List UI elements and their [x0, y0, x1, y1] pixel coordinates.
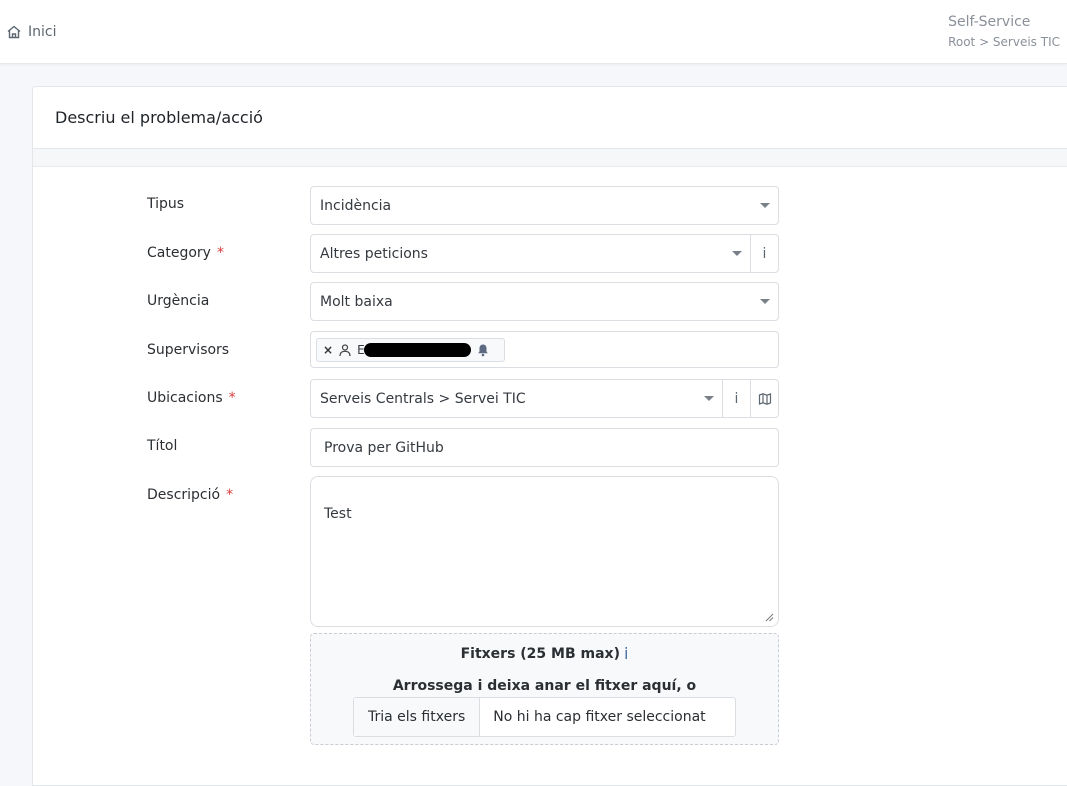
file-picker[interactable]: Tria els fitxers No hi ha cap fitxer sel… [353, 697, 736, 737]
dropzone-hint: Arrossega i deixa anar el fitxer aquí, o [392, 678, 697, 694]
file-dropzone[interactable]: Fitxers (25 MB max) i Arrossega i deixa … [310, 633, 779, 745]
required-marker: * [228, 390, 236, 406]
ticket-form-card: Descriu el problema/acció Tipus Incidènc… [32, 86, 1067, 786]
card-header: Descriu el problema/acció [33, 87, 1067, 149]
urgencia-select[interactable]: Molt baixa [310, 282, 779, 321]
resize-handle-icon[interactable] [765, 613, 774, 622]
home-label: Inici [28, 24, 57, 40]
attachments-title: Fitxers (25 MB max) i [460, 644, 629, 663]
category-label: Category * [147, 245, 224, 261]
supervisors-label: Supervisors [147, 342, 230, 358]
descripcio-label: Descripció * [147, 487, 234, 503]
category-select[interactable]: Altres peticions i [310, 234, 779, 273]
chevron-down-icon [760, 299, 770, 304]
ubicacions-select[interactable]: Serveis Centrals > Servei TIC i [310, 379, 779, 418]
top-bar: Inici Self-Service Root > Serveis TIC [0, 0, 1067, 64]
titol-input[interactable]: Prova per GitHub [310, 428, 779, 467]
urgencia-value: Molt baixa [320, 293, 393, 310]
tipus-select[interactable]: Incidència [310, 186, 779, 225]
urgencia-label: Urgència [147, 293, 210, 309]
supervisors-field[interactable]: × E [310, 331, 779, 368]
context-title: Self-Service [948, 14, 1031, 30]
choose-files-button[interactable]: Tria els fitxers [354, 698, 481, 736]
map-icon[interactable] [750, 380, 778, 417]
context-breadcrumb: Root > Serveis TIC [948, 35, 1060, 49]
chevron-down-icon [732, 251, 742, 256]
descripcio-textarea[interactable]: Test [310, 476, 779, 627]
user-icon [339, 343, 351, 356]
titol-label: Títol [147, 438, 178, 454]
tipus-value: Incidència [320, 197, 392, 214]
remove-tag-button[interactable]: × [323, 343, 333, 357]
ubicacions-label: Ubicacions * [147, 390, 236, 406]
ubicacions-info-icon[interactable]: i [722, 380, 750, 417]
file-status: No hi ha cap fitxer seleccionat [493, 709, 706, 725]
chevron-down-icon [704, 396, 714, 401]
category-info-icon[interactable]: i [750, 235, 778, 272]
descripcio-value: Test [324, 506, 352, 522]
required-marker: * [226, 487, 234, 503]
home-icon [7, 25, 21, 39]
attachments-info-icon[interactable]: i [624, 644, 628, 663]
redacted-name [363, 342, 471, 357]
bell-icon[interactable] [476, 343, 490, 357]
supervisor-tag: × E [316, 337, 505, 362]
form-title: Descriu el problema/acció [55, 108, 263, 127]
header-divider-band [33, 149, 1067, 167]
context-info: Self-Service Root > Serveis TIC [948, 13, 1060, 50]
tipus-label: Tipus [147, 196, 185, 212]
ubicacions-value: Serveis Centrals > Servei TIC [320, 390, 526, 407]
chevron-down-icon [760, 203, 770, 208]
required-marker: * [216, 245, 224, 261]
category-value: Altres peticions [320, 245, 428, 262]
home-link[interactable]: Inici [6, 22, 56, 42]
